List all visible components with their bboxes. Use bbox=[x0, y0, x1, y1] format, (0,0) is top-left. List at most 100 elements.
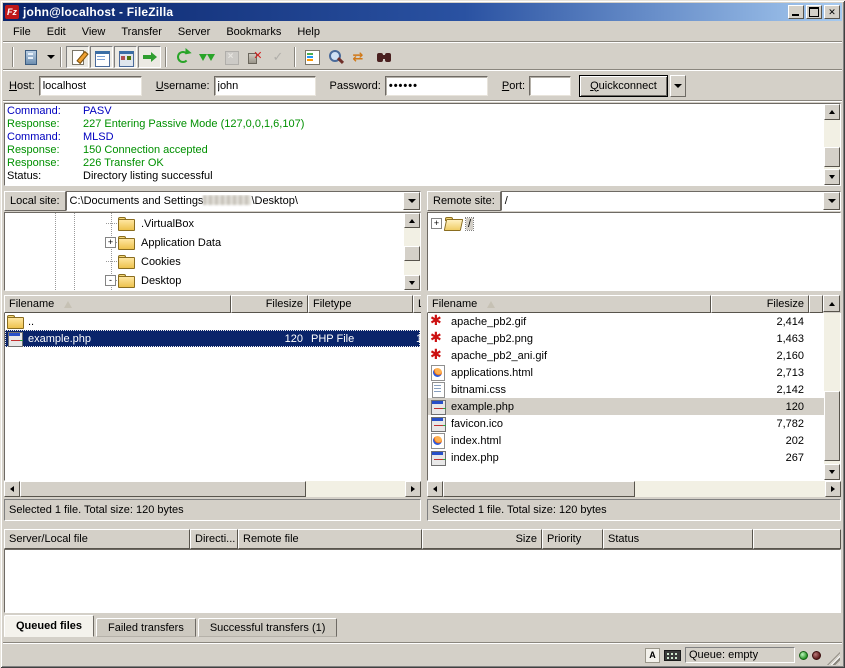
scrollbar-thumb[interactable] bbox=[824, 147, 840, 167]
tree-expander-icon[interactable]: + bbox=[431, 218, 442, 229]
sync-browse-button[interactable] bbox=[348, 46, 371, 68]
refresh-button[interactable] bbox=[171, 46, 194, 68]
local-hscrollbar[interactable] bbox=[4, 481, 421, 497]
menu-item[interactable]: Edit bbox=[39, 24, 74, 40]
cancel-button[interactable] bbox=[219, 46, 242, 68]
scrollbar-thumb[interactable] bbox=[20, 481, 306, 497]
menu-item[interactable]: Server bbox=[170, 24, 218, 40]
toggle-local-tree-button[interactable] bbox=[90, 46, 113, 68]
menu-item[interactable]: View bbox=[74, 24, 114, 40]
encryption-indicator-icon[interactable] bbox=[664, 650, 681, 661]
scroll-right-button[interactable] bbox=[825, 481, 841, 497]
remote-hscrollbar[interactable] bbox=[427, 481, 841, 497]
column-header-status[interactable]: Status bbox=[603, 529, 753, 549]
toggle-log-button[interactable] bbox=[66, 46, 89, 68]
file-row[interactable]: apache_pb2.png 1,463 bbox=[428, 330, 824, 347]
tree-item[interactable]: .VirtualBox bbox=[5, 214, 420, 233]
toolbar-separator bbox=[165, 47, 167, 67]
file-row[interactable]: index.php 267 bbox=[428, 449, 824, 466]
port-input[interactable] bbox=[529, 76, 571, 96]
column-header-filesize[interactable]: Filesize bbox=[711, 295, 809, 313]
minimize-button[interactable] bbox=[788, 5, 804, 19]
transfer-type-indicator-icon[interactable]: A bbox=[645, 648, 660, 663]
scroll-right-button[interactable] bbox=[405, 481, 421, 497]
menu-item[interactable]: File bbox=[5, 24, 39, 40]
toggle-queue-button[interactable] bbox=[138, 46, 161, 68]
tree-item[interactable]: - Desktop bbox=[5, 271, 420, 290]
remote-list-scrollbar[interactable] bbox=[824, 313, 840, 480]
column-header-size[interactable]: Size bbox=[422, 529, 542, 549]
resize-grip[interactable] bbox=[827, 652, 840, 665]
menu-item[interactable]: Bookmarks bbox=[218, 24, 289, 40]
disconnect-button[interactable] bbox=[243, 46, 266, 68]
scroll-down-button[interactable] bbox=[824, 169, 840, 185]
scroll-up-button[interactable] bbox=[404, 213, 420, 228]
host-input[interactable] bbox=[39, 76, 142, 96]
tree-item[interactable]: Cookies bbox=[5, 252, 420, 271]
username-input[interactable] bbox=[214, 76, 316, 96]
menu-item[interactable]: Help bbox=[289, 24, 328, 40]
scroll-left-button[interactable] bbox=[4, 481, 20, 497]
file-row[interactable]: favicon.ico 7,782 bbox=[428, 415, 824, 432]
find-button[interactable] bbox=[372, 46, 395, 68]
scrollbar-thumb[interactable] bbox=[443, 481, 635, 497]
column-header-filetype[interactable]: Filetype bbox=[308, 295, 413, 313]
column-header-filesize[interactable]: Filesize bbox=[231, 295, 308, 313]
queue-list[interactable] bbox=[4, 549, 841, 613]
log-line-label: Response: bbox=[5, 144, 83, 157]
tree-item[interactable]: + Application Data bbox=[5, 233, 420, 252]
queue-tab[interactable]: Queued files bbox=[4, 615, 94, 637]
scroll-up-button[interactable] bbox=[823, 295, 840, 312]
menu-item[interactable]: Transfer bbox=[113, 24, 170, 40]
tree-expander-icon[interactable]: - bbox=[105, 275, 116, 286]
column-header-remote-file[interactable]: Remote file bbox=[238, 529, 422, 549]
file-row[interactable]: apache_pb2_ani.gif 2,160 bbox=[428, 347, 824, 364]
file-size: 2,414 bbox=[710, 316, 808, 328]
scroll-down-button[interactable] bbox=[404, 275, 420, 290]
local-site-dropdown-button[interactable] bbox=[403, 192, 420, 210]
column-header-local-file[interactable]: Server/Local file bbox=[4, 529, 190, 549]
password-input[interactable] bbox=[385, 76, 488, 96]
column-header-priority[interactable]: Priority bbox=[542, 529, 603, 549]
quickconnect-button[interactable]: Quickconnect bbox=[579, 75, 668, 97]
column-header-filename[interactable]: Filename bbox=[4, 295, 231, 313]
file-row[interactable]: apache_pb2.gif 2,414 bbox=[428, 313, 824, 330]
file-row[interactable]: index.html 202 bbox=[428, 432, 824, 449]
scroll-up-button[interactable] bbox=[824, 104, 840, 120]
log-scrollbar[interactable] bbox=[824, 104, 840, 185]
filter-button[interactable] bbox=[300, 46, 323, 68]
quickconnect-dropdown-button[interactable] bbox=[670, 75, 686, 97]
tree-item[interactable]: + / bbox=[428, 214, 840, 233]
file-row[interactable]: example.php 120 bbox=[428, 398, 824, 415]
scrollbar-thumb[interactable] bbox=[404, 246, 420, 261]
column-header-filename[interactable]: Filename bbox=[427, 295, 711, 313]
close-button[interactable] bbox=[824, 5, 840, 19]
queue-tab[interactable]: Failed transfers bbox=[96, 618, 196, 637]
file-row[interactable]: bitnami.css 2,142 bbox=[428, 381, 824, 398]
scroll-down-button[interactable] bbox=[824, 464, 840, 480]
compare-button[interactable] bbox=[324, 46, 347, 68]
tree-expander-icon[interactable]: + bbox=[105, 237, 116, 248]
reconnect-button[interactable] bbox=[267, 46, 290, 68]
queue-view-icon bbox=[142, 49, 158, 65]
column-header-direction[interactable]: Directi... bbox=[190, 529, 238, 549]
title-bar[interactable]: Fz john@localhost - FileZilla bbox=[3, 3, 842, 21]
file-row[interactable]: applications.html 2,713 bbox=[428, 364, 824, 381]
local-tree-scrollbar[interactable] bbox=[404, 213, 420, 290]
queue-tab[interactable]: Successful transfers (1) bbox=[198, 618, 338, 637]
remote-site-dropdown-button[interactable] bbox=[823, 192, 840, 210]
local-file-list: .. example.php 120 PHP File 1 bbox=[4, 313, 421, 481]
local-site-combo[interactable]: C:\Documents and Settings\Desktop\ bbox=[66, 191, 421, 211]
site-manager-button[interactable] bbox=[18, 46, 41, 68]
remote-site-combo[interactable]: / bbox=[501, 191, 841, 211]
column-header-lastmodified[interactable]: L bbox=[413, 295, 421, 313]
scroll-left-button[interactable] bbox=[427, 481, 443, 497]
site-manager-dropdown-button[interactable] bbox=[42, 46, 56, 68]
maximize-button[interactable] bbox=[806, 5, 822, 19]
file-row[interactable]: example.php 120 PHP File 1 bbox=[5, 330, 420, 347]
remote-site-row: Remote site: / bbox=[427, 191, 841, 211]
process-queue-button[interactable] bbox=[195, 46, 218, 68]
toggle-remote-tree-button[interactable] bbox=[114, 46, 137, 68]
scrollbar-thumb[interactable] bbox=[824, 391, 840, 461]
file-row[interactable]: .. bbox=[5, 313, 420, 330]
